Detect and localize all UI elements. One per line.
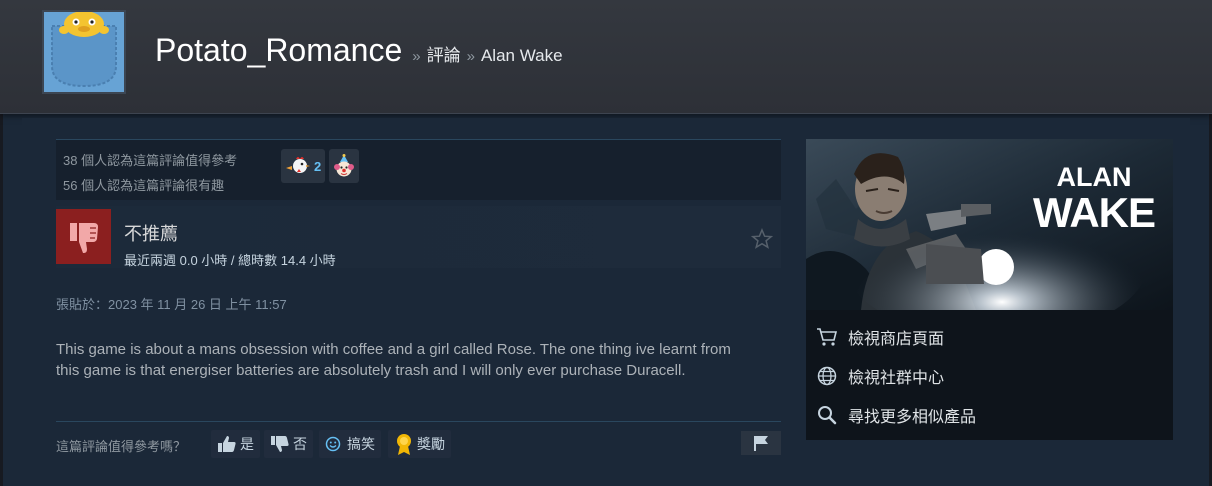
- find-similar-link[interactable]: 尋找更多相似產品: [816, 401, 976, 429]
- award-label: 獎勵: [417, 436, 445, 452]
- breadcrumb-reviews-link[interactable]: 評論: [427, 41, 461, 66]
- helpful-question: 這篇評論值得參考嗎？: [56, 439, 187, 454]
- award-medal-icon: [397, 434, 411, 455]
- globe-icon: [816, 365, 838, 387]
- avatar[interactable]: [42, 10, 126, 94]
- vote-no-label: 否: [293, 436, 307, 452]
- find-similar-label: 尋找更多相似產品: [848, 409, 977, 426]
- view-store-page-label: 檢視商店頁面: [848, 331, 945, 348]
- vote-funny-button[interactable]: 搞笑: [319, 430, 381, 458]
- not-recommended-badge: [56, 209, 111, 264]
- review-vote-summary: 38 個人認為這篇評論值得參考 56 個人認為這篇評論很有趣 2: [56, 139, 781, 200]
- posted-date: 張貼於：2023 年 11 月 26 日 上午 11:57: [56, 297, 287, 312]
- playtime-text: 最近兩週 0.0 小時 / 總時數 14.4 小時: [124, 253, 336, 268]
- chicken-award-icon: [286, 157, 310, 173]
- breadcrumb-separator: »: [466, 48, 475, 65]
- report-button[interactable]: [741, 431, 781, 455]
- game-card: ALAN WAKE 檢視商店頁面 檢視社群中心 尋找更多相似產品: [806, 139, 1173, 440]
- view-community-hub-label: 檢視社群中心: [848, 370, 945, 387]
- award-chip[interactable]: [329, 149, 359, 183]
- star-icon[interactable]: [751, 228, 773, 250]
- persona-name-link[interactable]: Potato_Romance: [155, 32, 402, 69]
- breadcrumb-separator: »: [412, 48, 421, 65]
- breadcrumb-game-link[interactable]: Alan Wake: [481, 46, 563, 66]
- funny-count-text: 56 個人認為這篇評論很有趣: [63, 178, 225, 193]
- game-art-title-line2: WAKE: [1033, 189, 1155, 236]
- smiley-icon: [325, 436, 341, 452]
- award-count: 2: [314, 158, 322, 174]
- thumbs-up-icon: [218, 436, 236, 452]
- thumbs-down-small-icon: [271, 436, 289, 452]
- view-community-hub-link[interactable]: 檢視社群中心: [816, 362, 944, 390]
- vote-yes-button[interactable]: 是: [211, 430, 260, 458]
- game-capsule-image[interactable]: ALAN WAKE: [806, 139, 1173, 310]
- profile-breadcrumb: Potato_Romance » 評論 » Alan Wake: [155, 32, 563, 69]
- helpful-count-text: 38 個人認為這篇評論值得參考: [63, 153, 238, 168]
- divider: [56, 421, 781, 422]
- flag-icon: [754, 436, 768, 451]
- vote-yes-label: 是: [240, 436, 254, 452]
- clown-award-icon: [334, 154, 354, 177]
- search-icon: [816, 404, 838, 426]
- review-body: This game is about a mans obsession with…: [56, 341, 731, 379]
- award-button[interactable]: 獎勵: [388, 430, 451, 458]
- award-chip[interactable]: 2: [281, 149, 326, 183]
- profile-header: Potato_Romance » 評論 » Alan Wake: [0, 0, 1212, 114]
- cart-icon: [816, 326, 838, 348]
- recommendation-title: 不推薦: [124, 224, 178, 244]
- recommendation-header: 不推薦 最近兩週 0.0 小時 / 總時數 14.4 小時: [56, 206, 781, 268]
- thumbs-down-icon: [69, 222, 98, 253]
- view-store-page-link[interactable]: 檢視商店頁面: [816, 323, 944, 351]
- game-art-title-line1: ALAN: [1057, 162, 1132, 192]
- vote-funny-label: 搞笑: [347, 436, 375, 452]
- vote-no-button[interactable]: 否: [264, 430, 313, 458]
